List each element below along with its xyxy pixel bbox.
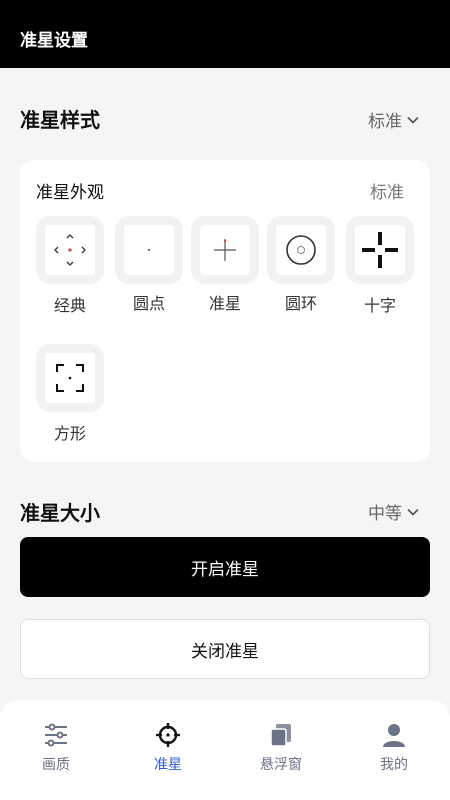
tab-label: 我的 <box>380 757 408 773</box>
appearance-card-title: 准星外观 <box>36 183 104 203</box>
option-square-box <box>36 344 104 412</box>
bottom-tab-bar: 画质 准星 悬浮窗 我的 <box>0 700 450 800</box>
option-dot-box <box>115 216 183 284</box>
dot-crosshair-icon <box>148 249 150 251</box>
appearance-card-value: 标准 <box>370 183 404 203</box>
classic-crosshair-icon <box>54 234 86 266</box>
tab-quality[interactable]: 画质 <box>6 722 106 774</box>
option-dot-inner <box>124 225 174 275</box>
option-ring-box <box>267 216 335 284</box>
option-plus-box <box>346 216 414 284</box>
disable-crosshair-button[interactable]: 关闭准星 <box>20 619 430 679</box>
option-label: 方形 <box>53 424 86 443</box>
option-square-inner <box>45 353 95 403</box>
style-dropdown-value: 标准 <box>368 112 402 132</box>
size-dropdown-value: 中等 <box>368 504 402 524</box>
option-ring-inner <box>276 225 326 275</box>
option-cross-box <box>191 216 259 284</box>
crosshair-icon <box>156 723 180 747</box>
cross-crosshair-icon <box>214 239 236 261</box>
option-plus[interactable]: 十字 <box>345 216 415 316</box>
chevron-down-icon <box>407 116 419 124</box>
style-dropdown[interactable]: 标准 <box>368 107 420 132</box>
size-dropdown[interactable]: 中等 <box>368 499 420 524</box>
size-section-title: 准星大小 <box>20 501 100 525</box>
option-classic-box <box>36 216 104 284</box>
option-label: 十字 <box>363 296 396 315</box>
option-classic-inner <box>45 225 95 275</box>
option-cross-inner <box>200 225 250 275</box>
option-square[interactable]: 方形 <box>35 344 105 444</box>
square-crosshair-icon <box>56 364 84 392</box>
plus-crosshair-icon <box>362 232 398 268</box>
option-label: 圆点 <box>132 294 165 313</box>
tab-crosshair[interactable]: 准星 <box>118 722 218 774</box>
page-title: 准星设置 <box>20 31 88 51</box>
ring-crosshair-icon <box>286 235 316 265</box>
tab-profile[interactable]: 我的 <box>344 722 444 774</box>
tab-floating-window[interactable]: 悬浮窗 <box>231 722 331 774</box>
appearance-card: 准星外观 标准 经典 圆点 准星 圆环 十字 方形 <box>20 160 430 462</box>
option-label: 圆环 <box>284 294 317 313</box>
option-classic[interactable]: 经典 <box>35 216 105 316</box>
window-stack-icon <box>270 724 291 747</box>
style-section-title: 准星样式 <box>20 108 100 132</box>
option-label: 准星 <box>208 294 241 313</box>
top-bar: 准星设置 <box>0 0 450 68</box>
tab-label: 悬浮窗 <box>260 757 302 773</box>
tab-label: 画质 <box>42 757 70 773</box>
option-dot[interactable]: 圆点 <box>114 216 184 314</box>
enable-crosshair-button[interactable]: 开启准星 <box>20 537 430 597</box>
sliders-icon <box>45 723 67 747</box>
user-icon <box>383 724 405 747</box>
option-ring[interactable]: 圆环 <box>266 216 336 314</box>
option-label: 经典 <box>53 296 86 315</box>
chevron-down-icon <box>407 508 419 516</box>
option-cross[interactable]: 准星 <box>190 216 260 314</box>
tab-label: 准星 <box>154 757 182 773</box>
option-plus-inner <box>355 225 405 275</box>
